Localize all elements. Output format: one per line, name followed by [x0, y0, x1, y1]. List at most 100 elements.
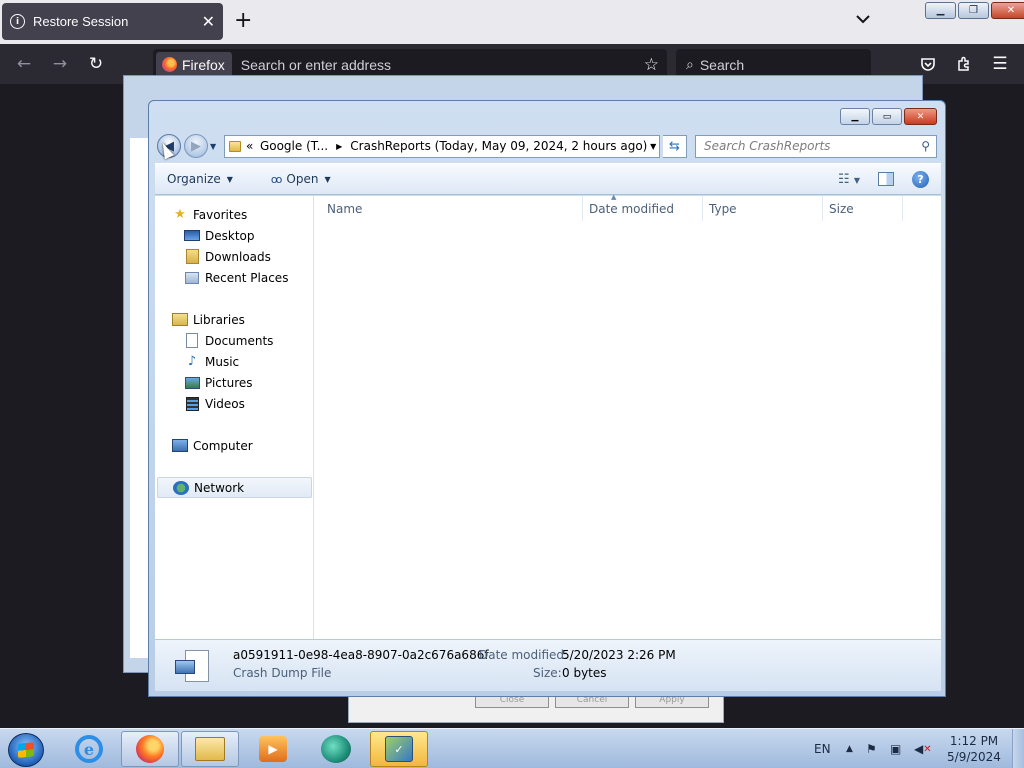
- organize-button[interactable]: Organize ▼: [155, 172, 245, 186]
- media-player-icon: ▶: [259, 736, 287, 762]
- taskbar-media-player[interactable]: ▶: [244, 731, 302, 767]
- nav-pictures[interactable]: Pictures: [155, 372, 312, 393]
- pictures-icon: [184, 375, 200, 391]
- open-label: Open: [286, 172, 319, 186]
- column-header-size[interactable]: Size: [823, 196, 903, 221]
- nav-desktop[interactable]: Desktop: [155, 225, 312, 246]
- column-date-label: Date modified: [589, 201, 675, 216]
- documents-icon: [184, 333, 200, 349]
- nav-downloads-label: Downloads: [205, 249, 271, 264]
- breadcrumb-crashreports[interactable]: CrashReports (Today, May 09, 2024, 2 hou…: [350, 139, 647, 153]
- crash-dump-file-icon: [173, 646, 213, 688]
- breadcrumb-overflow[interactable]: «: [246, 139, 253, 153]
- minimize-button[interactable]: ▁: [925, 2, 956, 19]
- column-header-name[interactable]: Name: [321, 196, 583, 221]
- extensions-icon[interactable]: [954, 54, 974, 74]
- list-all-tabs-icon[interactable]: [854, 10, 872, 28]
- taskbar-firefox[interactable]: [121, 731, 179, 767]
- open-dropdown-icon: ▼: [324, 174, 331, 184]
- nav-network[interactable]: Network: [157, 477, 312, 498]
- taskbar-app-teal[interactable]: [307, 731, 365, 767]
- nav-computer[interactable]: Computer: [155, 435, 312, 456]
- volume-muted-icon[interactable]: ◀ ✕: [914, 729, 932, 768]
- folder-search-input[interactable]: Search CrashReports: [704, 139, 830, 153]
- show-hidden-icons-icon[interactable]: ▲: [846, 729, 853, 768]
- nav-music[interactable]: ♪ Music: [155, 351, 312, 372]
- taskbar-windows-explorer[interactable]: [181, 731, 239, 767]
- search-input[interactable]: Search: [700, 57, 744, 73]
- nav-recent-places-label: Recent Places: [205, 270, 289, 285]
- date-modified-value: 5/20/2023 2:26 PM: [562, 648, 676, 662]
- nav-favorites[interactable]: ★ Favorites: [155, 204, 312, 225]
- help-icon[interactable]: ?: [912, 170, 929, 188]
- column-size-label: Size: [829, 201, 854, 216]
- libraries-icon: [172, 312, 188, 328]
- dialog-close-button[interactable]: ✕: [904, 108, 937, 125]
- search-icon: ⌕: [686, 56, 694, 72]
- forward-button[interactable]: ▶: [184, 134, 208, 158]
- selected-file-name: a0591911-0e98-4ea8-8907-0a2c676a686f: [233, 648, 489, 662]
- nav-libraries[interactable]: Libraries: [155, 309, 312, 330]
- organize-label: Organize: [167, 172, 221, 186]
- menu-hamburger-icon[interactable]: ☰: [990, 54, 1010, 74]
- nav-pictures-label: Pictures: [205, 375, 253, 390]
- folder-icon: [229, 140, 241, 152]
- desktop-icon: [184, 228, 200, 244]
- dialog-maximize-button[interactable]: ▭: [872, 108, 902, 125]
- tab-close-button[interactable]: ✕: [202, 12, 215, 31]
- address-dropdown-icon[interactable]: ▼: [647, 142, 659, 151]
- tab-title: Restore Session: [33, 14, 129, 29]
- back-arrow-icon[interactable]: ←: [14, 54, 34, 74]
- bookmark-star-icon[interactable]: ☆: [644, 55, 659, 75]
- firefox-icon: [136, 735, 164, 763]
- breadcrumb-google[interactable]: Google (T...: [260, 139, 328, 153]
- nav-downloads[interactable]: Downloads: [155, 246, 312, 267]
- open-button[interactable]: oo Open ▼: [259, 172, 343, 186]
- nav-documents[interactable]: Documents: [155, 330, 312, 351]
- folder-search-box[interactable]: Search CrashReports ⚲: [695, 134, 937, 158]
- explorer-body: ★ Favorites Desktop Downloads Recent Pla…: [155, 193, 941, 639]
- url-input[interactable]: Search or enter address: [241, 57, 644, 73]
- view-controls: ☷ ▼ ?: [838, 170, 929, 188]
- restore-button[interactable]: ❐: [958, 2, 989, 19]
- nav-videos[interactable]: Videos: [155, 393, 312, 414]
- star-icon: ★: [174, 207, 186, 222]
- pocket-icon[interactable]: [918, 54, 938, 74]
- identity-badge-label: Firefox: [182, 56, 225, 73]
- date-modified-label: Date modified:: [479, 648, 569, 662]
- address-breadcrumb[interactable]: « Google (T... ▶ CrashReports (Today, Ma…: [224, 134, 660, 158]
- reload-icon[interactable]: ↻: [86, 54, 106, 74]
- taskbar-control-panel[interactable]: ✓: [370, 731, 428, 767]
- taskbar-internet-explorer[interactable]: e: [60, 731, 118, 767]
- info-icon: i: [10, 14, 25, 29]
- recent-places-icon: [184, 270, 200, 286]
- nav-network-label: Network: [194, 480, 245, 495]
- column-header-date-modified[interactable]: Date modified: [583, 196, 703, 221]
- organize-dropdown-icon: ▼: [226, 174, 233, 184]
- tab-restore-session[interactable]: i Restore Session ✕: [2, 3, 223, 40]
- dialog-minimize-button[interactable]: ▁: [840, 108, 870, 125]
- nav-desktop-label: Desktop: [205, 228, 255, 243]
- show-desktop-button[interactable]: [1012, 729, 1024, 768]
- network-tray-icon[interactable]: ▣: [890, 729, 901, 768]
- action-center-flag-icon[interactable]: ⚑: [866, 729, 877, 768]
- music-note-icon: ♪: [187, 354, 197, 369]
- refresh-icon[interactable]: ⇆: [663, 134, 687, 158]
- firefox-identity-badge[interactable]: Firefox: [156, 52, 232, 77]
- control-panel-icon: ✓: [385, 736, 413, 762]
- change-view-icon[interactable]: ☷ ▼: [838, 172, 860, 187]
- nav-recent-places[interactable]: Recent Places: [155, 267, 312, 288]
- recent-pages-dropdown[interactable]: ▼: [210, 142, 220, 151]
- close-window-button[interactable]: ✕: [991, 2, 1024, 19]
- breadcrumb-separator-icon[interactable]: ▶: [336, 142, 342, 151]
- language-indicator[interactable]: EN: [814, 729, 831, 768]
- new-tab-button[interactable]: +: [234, 8, 252, 33]
- preview-pane-icon[interactable]: [878, 172, 894, 186]
- computer-icon: [172, 438, 188, 454]
- selected-file-type: Crash Dump File: [233, 666, 332, 680]
- system-clock[interactable]: 1:12 PM 5/9/2024: [944, 733, 1004, 765]
- start-button[interactable]: [8, 733, 44, 767]
- forward-arrow-icon[interactable]: →: [50, 54, 70, 74]
- column-header-type[interactable]: Type: [703, 196, 823, 221]
- videos-icon: [184, 396, 200, 412]
